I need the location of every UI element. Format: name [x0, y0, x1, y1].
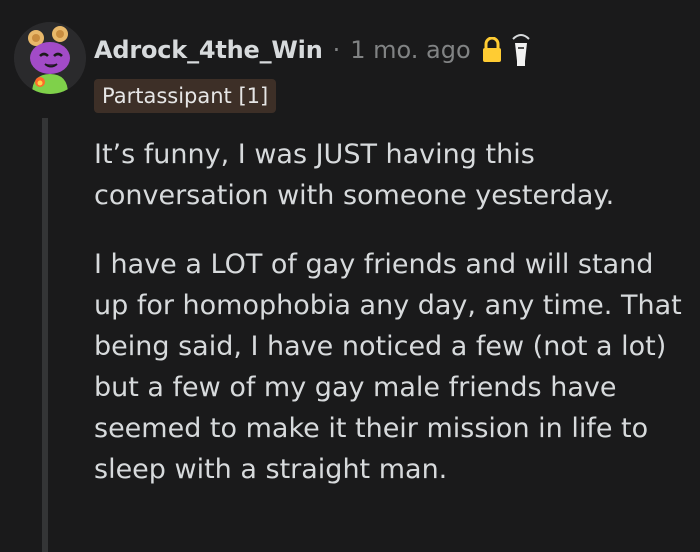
comment: Adrock_4the_Win · 1 mo. ago Partassipant…: [0, 0, 700, 552]
avatar[interactable]: [14, 22, 86, 94]
thread-line[interactable]: [42, 118, 48, 552]
lock-icon: [481, 37, 503, 63]
snoo-avatar-icon: [14, 22, 86, 94]
username-link[interactable]: Adrock_4the_Win: [94, 36, 323, 64]
user-flair: Partassipant [1]: [94, 79, 277, 113]
comment-header: Adrock_4the_Win · 1 mo. ago: [94, 30, 533, 70]
comment-paragraph: I have a LOT of gay friends and will sta…: [94, 249, 682, 485]
comment-paragraph: It’s funny, I was JUST having this conve…: [94, 139, 615, 211]
comment-body: It’s funny, I was JUST having this conve…: [94, 134, 684, 518]
award-icon[interactable]: [509, 33, 533, 67]
timestamp-link[interactable]: 1 mo. ago: [350, 36, 470, 64]
meta-separator: ·: [332, 36, 341, 64]
